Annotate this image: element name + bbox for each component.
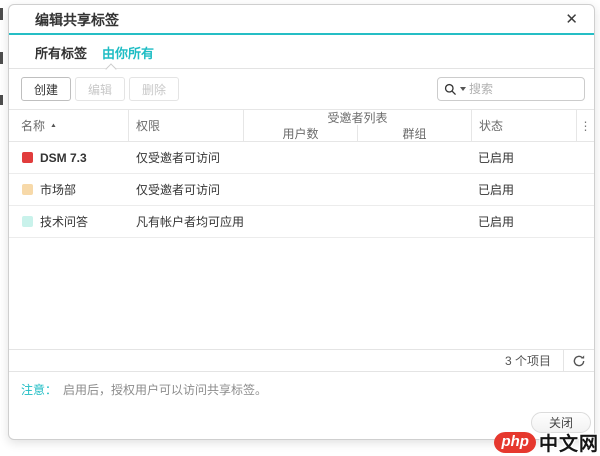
note-label: 注意：: [21, 383, 58, 397]
table-row[interactable]: 市场部 仅受邀者可访问 已启用: [9, 174, 594, 206]
tag-user-count: [244, 174, 358, 205]
watermark-text: 中文网: [538, 434, 599, 455]
refresh-button[interactable]: [564, 350, 594, 371]
tag-color-swatch: [22, 216, 33, 227]
tag-status: 已启用: [478, 215, 515, 229]
note-text: 启用后，授权用户可以访问共享标签。: [63, 383, 268, 397]
background-artifact: [0, 95, 3, 105]
column-header-invitee-list: 受邀者列表: [327, 111, 388, 125]
tab-bar: 所有标签 由你所有: [9, 37, 594, 75]
edit-button[interactable]: 编辑: [75, 77, 126, 101]
pager-bar: 3 个项目: [9, 349, 594, 372]
tag-name: DSM 7.3: [40, 150, 87, 165]
tag-color-swatch: [22, 152, 33, 163]
table-header: 名称 ▲ 权限 受邀者列表 用户数 群组 状态 ⋮: [9, 109, 594, 142]
search-input[interactable]: [469, 82, 578, 96]
refresh-icon: [573, 354, 585, 366]
tag-permission: 仅受邀者可访问: [136, 183, 221, 197]
tag-groups: [358, 174, 471, 205]
toolbar: 创建 编辑 删除: [9, 69, 594, 109]
table-row[interactable]: DSM 7.3 仅受邀者可访问 已启用: [9, 142, 594, 174]
tag-groups: [358, 142, 471, 173]
tag-permission: 凡有帐户者均可应用: [136, 215, 245, 229]
note-bar: 注意： 启用后，授权用户可以访问共享标签。: [9, 372, 594, 398]
tag-status: 已启用: [478, 151, 515, 165]
column-header-status[interactable]: 状态: [471, 110, 576, 141]
delete-button[interactable]: 删除: [129, 77, 180, 101]
search-box: [437, 77, 585, 101]
item-count-label: 3 个项目: [504, 354, 551, 368]
background-artifact: [0, 52, 3, 64]
tag-user-count: [244, 142, 358, 173]
column-options-icon[interactable]: ⋮: [576, 110, 594, 141]
background-artifact: [0, 8, 3, 20]
tab-owned-by-you[interactable]: 由你所有: [102, 43, 154, 62]
column-header-name[interactable]: 名称 ▲: [9, 110, 129, 141]
create-button[interactable]: 创建: [21, 77, 72, 101]
php-chinese-site-watermark: php 中文网: [494, 429, 599, 456]
tab-all-tags[interactable]: 所有标签: [35, 43, 87, 62]
table-body: DSM 7.3 仅受邀者可访问 已启用 市场部 仅受邀者可访问 已启用 技术问答: [9, 142, 594, 238]
sort-ascending-icon: ▲: [50, 122, 57, 129]
tag-color-swatch: [22, 184, 33, 195]
tag-user-count: [244, 206, 358, 237]
column-header-groups[interactable]: 群组: [358, 125, 471, 141]
dialog-header: 编辑共享标签 ✕: [9, 5, 594, 35]
php-logo-badge: php: [494, 432, 536, 453]
column-header-user-count[interactable]: 用户数: [244, 125, 358, 141]
table-row[interactable]: 技术问答 凡有帐户者均可应用 已启用: [9, 206, 594, 238]
search-scope-dropdown-icon[interactable]: [460, 87, 466, 91]
edit-shared-tags-dialog: 编辑共享标签 ✕ 所有标签 由你所有 创建 编辑 删除 名称 ▲ 权限 受邀者列…: [8, 4, 595, 440]
close-icon[interactable]: ✕: [565, 5, 578, 35]
search-icon: [444, 83, 456, 95]
tag-permission: 仅受邀者可访问: [136, 151, 221, 165]
tag-groups: [358, 206, 471, 237]
tag-name: 技术问答: [40, 215, 89, 229]
column-header-permission[interactable]: 权限: [129, 110, 244, 141]
tag-status: 已启用: [478, 183, 515, 197]
dialog-title: 编辑共享标签: [35, 12, 119, 28]
tag-name: 市场部: [40, 183, 77, 197]
